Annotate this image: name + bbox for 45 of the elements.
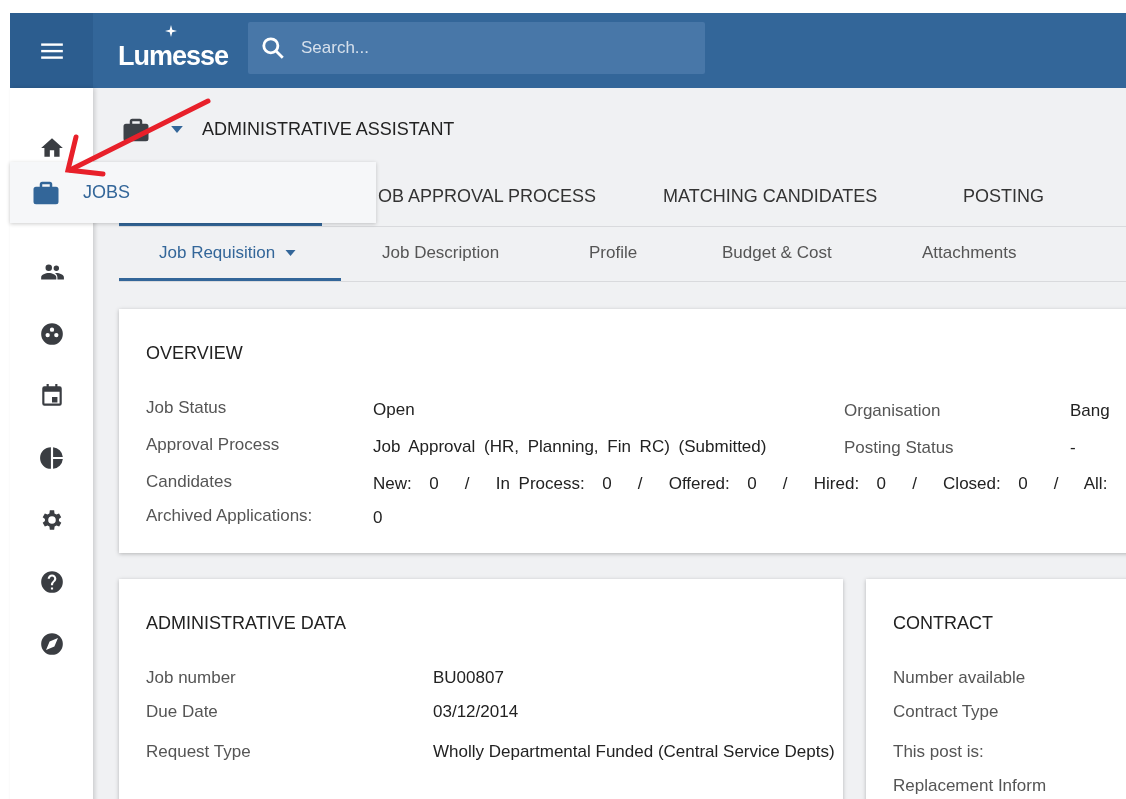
field-label: Replacement Inform [893,775,1048,797]
sub-tab[interactable]: Profile [589,227,722,281]
section-title: OVERVIEW [146,342,244,365]
field-value: 03/12/2014 [433,701,520,723]
tab[interactable]: OB APPROVAL PROCESS [378,170,663,226]
field-value: New: 0 / In Process: 0 / Offered: 0 / Hired: 0 / Closed: 0 / All: [373,473,1108,495]
jobs-flyout-menu[interactable]: JOBS [10,162,376,223]
field-label: Archived Applications: [146,505,314,527]
field-label: Job Status [146,397,228,419]
field-label: This post is: [893,741,985,763]
page-title: ADMINISTRATIVE ASSISTANT [202,117,455,141]
sub-tab[interactable]: Budget & Cost [722,227,922,281]
field-label: Due Date [146,701,219,723]
sub-tab[interactable]: Attachments [922,227,1122,281]
field-value: BU00807 [433,667,505,689]
field-label: Request Type [146,741,252,763]
sub-tab[interactable]: Job Requisition [119,227,341,281]
field-label: Candidates [146,471,233,493]
field-label: Approval Process [146,434,281,456]
sparkle-icon [165,25,177,37]
help-icon[interactable] [38,569,65,595]
field-value: - [1070,437,1077,459]
section-title: ADMINISTRATIVE DATA [146,612,347,635]
search-icon [260,35,286,61]
field-label: Posting Status [844,437,955,459]
circle-dots-icon[interactable] [38,321,65,347]
compass-icon[interactable] [38,631,65,657]
field-label: Contract Type [893,701,1000,723]
pie-chart-icon[interactable] [38,445,65,471]
tab[interactable]: POSTING [963,170,1126,226]
field-label: Number available [893,667,1027,689]
section-title: CONTRACT [893,612,994,635]
field-value: Wholly Departmental Funded (Central Service Depts) [433,741,836,763]
field-label: Organisation [844,400,942,422]
field-value: 0 [373,507,383,529]
field-label: Job number [146,667,237,689]
field-value: Open [373,399,415,421]
caret-icon [171,125,183,133]
field-value: Bang [1070,400,1111,422]
search-field[interactable]: Search... [248,22,705,74]
tab[interactable]: MATCHING CANDIDATES [663,170,963,226]
field-value: Job Approval (HR, Planning, Fin RC) (Submitted) [373,436,767,458]
menu-label: JOBS [83,181,130,204]
logo: Lumesse [118,43,229,70]
sub-tab[interactable]: Job Description [341,227,589,281]
